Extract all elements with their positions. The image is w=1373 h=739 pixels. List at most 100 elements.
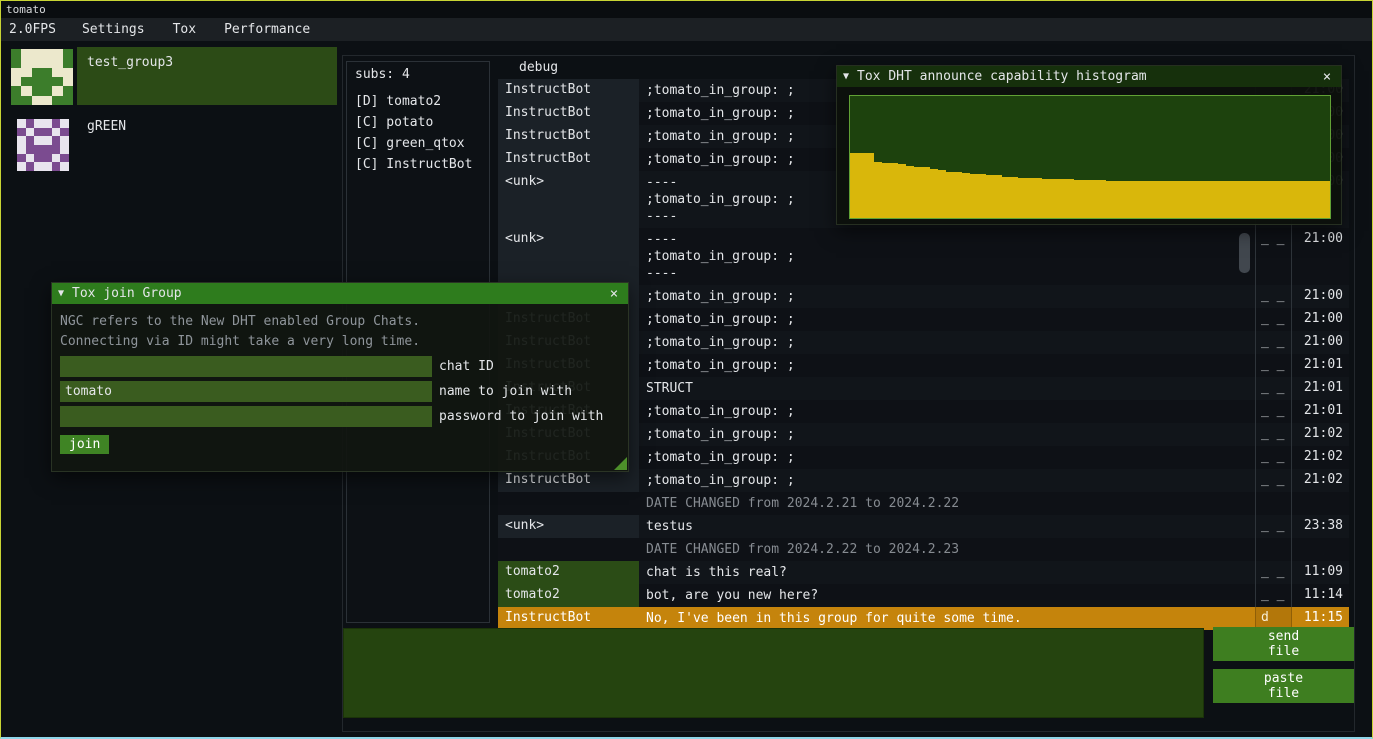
close-icon[interactable]: × [606, 286, 622, 302]
chat-timestamp: 21:01 [1292, 354, 1349, 377]
subs-list-item[interactable]: [C] InstructBot [347, 154, 489, 175]
subs-list-item[interactable]: [C] green_qtox [347, 133, 489, 154]
histogram-bar [1266, 181, 1274, 218]
histogram-bar [970, 174, 978, 218]
message-input[interactable] [343, 628, 1204, 718]
histogram-bar [978, 174, 986, 218]
resize-grip[interactable] [614, 457, 627, 470]
menu-items: SettingsToxPerformance [68, 22, 324, 37]
histogram-bar [898, 164, 906, 218]
tab-debug[interactable]: debug [513, 60, 564, 78]
chat-flags: _ _ [1255, 228, 1292, 285]
send-file-button[interactable]: send file [1213, 627, 1354, 661]
chat-author: InstructBot [498, 102, 639, 125]
histogram-bar [1154, 181, 1162, 218]
menu-performance[interactable]: Performance [210, 22, 324, 37]
join-window-titlebar[interactable]: ▼ Tox join Group × [52, 283, 628, 304]
histogram-bar [1274, 181, 1282, 218]
field-label: password to join with [439, 409, 603, 424]
chat-flags: _ _ [1255, 423, 1292, 446]
chat-row[interactable]: <unk>testus_ _23:38 [498, 515, 1349, 538]
join-info-text: NGC refers to the New DHT enabled Group … [60, 312, 620, 352]
chat-timestamp: 21:01 [1292, 400, 1349, 423]
chat-timestamp: 21:00 [1292, 331, 1349, 354]
chat-message: ---- ;tomato_in_group: ; ---- [639, 228, 1255, 285]
histogram-bar [858, 153, 866, 218]
histogram-bar [1138, 181, 1146, 218]
collapse-arrow-icon[interactable]: ▼ [58, 288, 64, 299]
chat-timestamp: 23:38 [1292, 515, 1349, 538]
chat-flags: _ _ [1255, 446, 1292, 469]
menu-settings[interactable]: Settings [68, 22, 159, 37]
chat-timestamp: 21:02 [1292, 469, 1349, 492]
chat-message: testus [639, 515, 1255, 538]
chat-flags: _ _ [1255, 308, 1292, 331]
chat-message: DATE CHANGED from 2024.2.22 to 2024.2.23 [639, 538, 1255, 561]
histogram-bar [1114, 181, 1122, 218]
histogram-bar [1130, 181, 1138, 218]
chat-timestamp: 21:02 [1292, 423, 1349, 446]
chat-flags: _ _ [1255, 469, 1292, 492]
chat-author: InstructBot [498, 148, 639, 171]
chat-row[interactable]: <unk>---- ;tomato_in_group: ; ----_ _21:… [498, 228, 1349, 285]
join-field-row: tomato name to join with [60, 381, 620, 402]
chat-row[interactable]: tomato2bot, are you new here?_ _11:14 [498, 584, 1349, 607]
chat-row[interactable]: tomato2chat is this real?_ _11:09 [498, 561, 1349, 584]
collapse-arrow-icon[interactable]: ▼ [843, 71, 849, 82]
histogram-bar [1226, 181, 1234, 218]
chat-ID-input[interactable] [60, 356, 432, 377]
histogram-bar [1290, 181, 1298, 218]
chat-message: ;tomato_in_group: ; [639, 423, 1255, 446]
histogram-bar [1178, 181, 1186, 218]
histogram-bar [954, 172, 962, 218]
histogram-bar [1050, 179, 1058, 218]
chat-author [498, 538, 639, 561]
chat-row[interactable]: InstructBot;tomato_in_group: ;_ _21:02 [498, 469, 1349, 492]
join-fields: chat ID tomato name to join with password t… [60, 356, 620, 427]
group-item-gREEN[interactable]: gREEN [9, 117, 337, 171]
join-button[interactable]: join [60, 435, 109, 454]
join-info-line: NGC refers to the New DHT enabled Group … [60, 312, 620, 332]
chat-row[interactable]: DATE CHANGED from 2024.2.21 to 2024.2.22 [498, 492, 1349, 515]
chat-message: STRUCT [639, 377, 1255, 400]
subs-list-item[interactable]: [C] potato [347, 112, 489, 133]
chat-flags: _ _ [1255, 354, 1292, 377]
paste-file-button[interactable]: paste file [1213, 669, 1354, 703]
name-to-join-with-input[interactable]: tomato [60, 381, 432, 402]
field-label: name to join with [439, 384, 572, 399]
histogram-window-title: Tox DHT announce capability histogram [857, 69, 1319, 84]
chat-timestamp: 21:01 [1292, 377, 1349, 400]
chat-author: InstructBot [498, 469, 639, 492]
histogram-bar [1282, 181, 1290, 218]
histogram-bar [986, 175, 994, 218]
chat-message: No, I've been in this group for quite so… [639, 607, 1255, 630]
chat-scrollbar[interactable] [1239, 233, 1250, 273]
histogram-bar [1018, 178, 1026, 218]
chat-author: <unk> [498, 171, 639, 228]
chat-timestamp [1292, 492, 1349, 515]
menu-tox[interactable]: Tox [159, 22, 210, 37]
chat-flags: _ _ [1255, 377, 1292, 400]
group-item-test_group3[interactable]: test_group3 [9, 47, 337, 105]
histogram-bar [1042, 179, 1050, 218]
chat-author: tomato2 [498, 584, 639, 607]
histogram-bar [850, 153, 858, 218]
chat-author: InstructBot [498, 125, 639, 148]
histogram-bar [882, 163, 890, 218]
histogram-bar [962, 173, 970, 218]
join-field-row: chat ID [60, 356, 620, 377]
histogram-bar [914, 167, 922, 218]
histogram-window-titlebar[interactable]: ▼ Tox DHT announce capability histogram … [837, 66, 1341, 87]
chat-flags: _ _ [1255, 584, 1292, 607]
field-label: chat ID [439, 359, 494, 374]
histogram-bar [994, 175, 1002, 218]
join-info-line: Connecting via ID might take a very long… [60, 332, 620, 352]
subs-list-item[interactable]: [D] tomato2 [347, 91, 489, 112]
close-icon[interactable]: × [1319, 69, 1335, 85]
chat-row[interactable]: DATE CHANGED from 2024.2.22 to 2024.2.23 [498, 538, 1349, 561]
histogram-bar [1258, 181, 1266, 218]
histogram-bar [1250, 181, 1258, 218]
password-to-join-with-input[interactable] [60, 406, 432, 427]
histogram-bar [1058, 179, 1066, 218]
chat-timestamp: 11:14 [1292, 584, 1349, 607]
